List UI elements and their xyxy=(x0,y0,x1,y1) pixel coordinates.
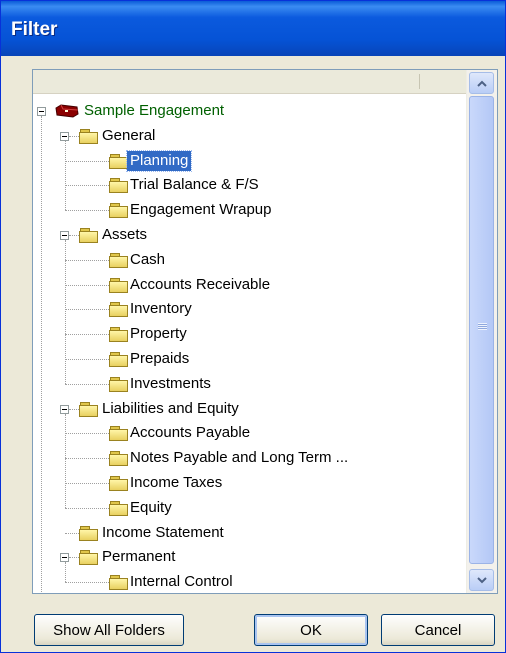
tree-connector xyxy=(65,458,109,460)
filter-dialog: Filter Sample Engagement General Planning T… xyxy=(0,0,506,653)
tree-item-label: Income Taxes xyxy=(130,474,223,491)
tree-item-label: Cash xyxy=(130,250,166,268)
tree-item-label: Liabilities and Equity xyxy=(102,399,239,417)
tree-connector xyxy=(65,140,66,211)
tree-item-label: Prepaids xyxy=(130,350,190,367)
tree-item-label: Assets xyxy=(102,226,148,243)
folder-icon xyxy=(109,575,128,591)
tree-item-label: Inventory xyxy=(130,300,192,318)
tree-connector xyxy=(69,408,79,410)
folder-icon xyxy=(109,277,128,293)
folder-icon xyxy=(109,476,128,491)
tree-connector xyxy=(65,240,66,384)
title-bar[interactable]: Filter xyxy=(1,1,505,56)
folder-icon xyxy=(109,252,128,268)
tree-item-label: Equity xyxy=(130,498,172,516)
collapse-toggle-icon[interactable] xyxy=(60,553,69,563)
tree-item-label: Accounts Receivable xyxy=(130,275,271,293)
folder-icon xyxy=(79,550,98,566)
folder-icon xyxy=(109,451,128,467)
tree-item-label: General xyxy=(102,126,156,144)
tree-item-label: Engagement Wrapup xyxy=(130,201,272,219)
chevron-up-icon xyxy=(476,80,487,87)
cancel-label: Cancel xyxy=(414,621,462,639)
tree-connector xyxy=(65,507,109,509)
folder-icon xyxy=(109,426,128,442)
folder-tree-panel: Sample Engagement General Planning Trial Ba… xyxy=(32,69,498,594)
tree-connector xyxy=(69,557,79,559)
collapse-toggle-icon[interactable] xyxy=(60,404,69,414)
tree-item-label: Investments xyxy=(130,374,211,392)
tree-item-label: Trial Balance & F/S xyxy=(130,176,259,194)
folder-icon xyxy=(79,525,98,541)
folder-icon xyxy=(109,327,128,343)
tree-connector xyxy=(69,235,79,236)
folder-tree: Sample Engagement General Planning Trial Ba… xyxy=(33,70,467,593)
ok-label: OK xyxy=(300,621,322,639)
cancel-button[interactable]: Cancel xyxy=(381,614,495,646)
show-all-folders-button[interactable]: Show All Folders xyxy=(34,614,184,646)
scroll-up-button[interactable] xyxy=(469,72,494,94)
tree-connector xyxy=(65,160,109,162)
folder-icon xyxy=(79,128,98,144)
tree-connector xyxy=(65,210,109,212)
scroll-thumb[interactable] xyxy=(469,96,494,564)
tree-connector xyxy=(65,383,109,385)
vertical-scrollbar[interactable] xyxy=(466,70,497,593)
tree-connector xyxy=(65,532,79,534)
tree-connector xyxy=(65,413,66,508)
tree-connector xyxy=(41,116,42,593)
tree-item-label: Internal Control xyxy=(130,573,233,591)
tree-connector xyxy=(65,483,109,484)
tree-connector xyxy=(65,259,109,261)
folder-icon xyxy=(109,500,128,516)
tree-connector xyxy=(69,135,79,137)
tree-connector xyxy=(65,562,66,583)
folder-icon xyxy=(109,178,128,194)
collapse-toggle-icon[interactable] xyxy=(60,231,69,240)
tree-connector xyxy=(65,359,109,360)
folder-icon xyxy=(79,228,98,243)
collapse-toggle-icon[interactable] xyxy=(60,131,69,141)
tree-item-label: Planning xyxy=(125,149,193,172)
folder-icon xyxy=(109,203,128,219)
tree-connector xyxy=(65,433,109,435)
ok-button[interactable]: OK xyxy=(254,614,368,646)
window-title: Filter xyxy=(11,19,58,40)
chevron-down-icon xyxy=(476,576,487,583)
tree-item-label: Accounts Payable xyxy=(130,424,251,442)
folder-icon xyxy=(109,302,128,318)
scroll-down-button[interactable] xyxy=(469,569,494,591)
folder-icon xyxy=(79,401,98,417)
tree-item-label: Sample Engagement xyxy=(84,102,225,119)
tree-item-label: Permanent xyxy=(102,548,176,566)
tree-connector xyxy=(65,309,109,311)
show-all-folders-label: Show All Folders xyxy=(53,621,165,639)
tree-connector xyxy=(65,334,109,336)
collapse-toggle-icon[interactable] xyxy=(37,107,46,116)
tree-connector xyxy=(65,284,109,286)
tree-item-label: Notes Payable and Long Term ... xyxy=(130,449,349,467)
folder-icon xyxy=(109,352,128,367)
tree-connector xyxy=(65,582,109,584)
tree-item-label: Income Statement xyxy=(102,523,224,541)
grip-icon xyxy=(478,323,487,330)
folder-icon xyxy=(109,376,128,392)
folder-icon xyxy=(109,153,128,169)
tree-item-label: Property xyxy=(130,325,187,343)
tree-connector xyxy=(65,185,109,187)
engagement-icon xyxy=(55,104,79,118)
